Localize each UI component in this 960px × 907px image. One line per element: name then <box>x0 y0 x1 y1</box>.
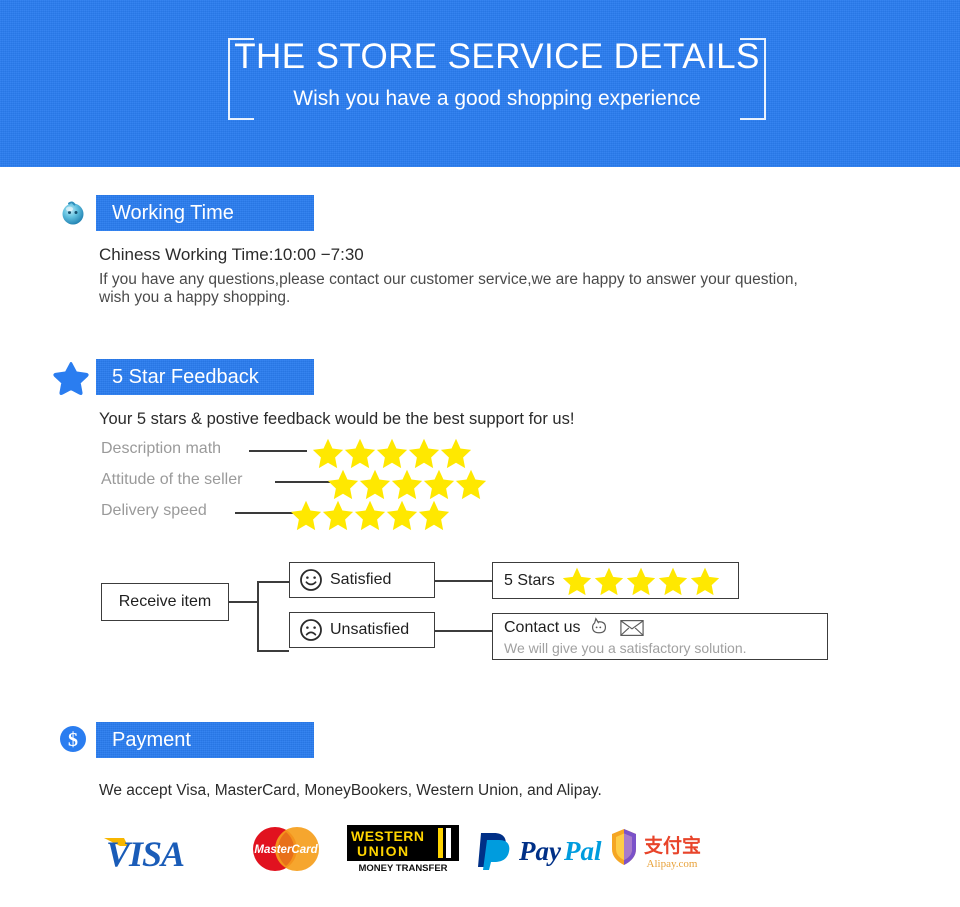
connector-dash <box>249 450 307 452</box>
working-time-line-1: Chiness Working Time:10:00 −7:30 <box>99 245 364 264</box>
payment-logo-strip: VISA VISA MasterCard WESTERN UNION MONEY… <box>98 818 718 880</box>
flow-connector-split <box>257 581 259 651</box>
flow-result-label: Contact us <box>504 619 581 636</box>
page-title: THE STORE SERVICE DETAILS <box>234 37 760 76</box>
flow-box-unsatisfied: Unsatisfied <box>289 612 435 648</box>
flow-result-stars <box>559 566 723 596</box>
svg-text:Pal: Pal <box>563 836 602 866</box>
flow-box-label: Receive item <box>118 593 212 610</box>
flow-connector-satisfied-result <box>435 580 492 582</box>
mastercard-logo: MasterCard <box>245 818 327 880</box>
flow-box-label: Unsatisfied <box>330 621 410 638</box>
svg-text:Alipay.com: Alipay.com <box>647 858 698 870</box>
connector-dash <box>235 512 293 514</box>
svg-text:UNION: UNION <box>357 843 410 859</box>
alipay-logo: 支付宝 Alipay.com <box>610 818 710 880</box>
svg-text:Pay: Pay <box>518 836 562 866</box>
chat-bubble-icon <box>588 617 610 639</box>
rating-label: Description math <box>101 440 222 457</box>
rating-stars <box>308 437 476 469</box>
dollar-circle-icon: $ <box>58 724 88 754</box>
rating-stars <box>323 468 491 500</box>
flow-box-label: Satisfied <box>330 571 392 588</box>
flow-connector-to-satisfied <box>257 581 289 583</box>
svg-text:WESTERN: WESTERN <box>351 828 425 844</box>
title-bracket-frame: THE STORE SERVICE DETAILS Wish you have … <box>228 37 766 120</box>
blue-sphere-icon <box>58 198 88 228</box>
flow-box-satisfied: Satisfied <box>289 562 435 598</box>
western-union-logo: WESTERN UNION MONEY TRANSFER <box>342 818 464 880</box>
store-service-details-page: THE STORE SERVICE DETAILS Wish you have … <box>0 0 960 907</box>
rating-label: Attitude of the seller <box>101 471 243 488</box>
svg-text:MasterCard: MasterCard <box>254 844 318 856</box>
paypal-logo: Pay Pal PayPal <box>475 818 605 880</box>
working-time-line-2: If you have any questions,please contact… <box>99 271 798 288</box>
flow-result-label: 5 Stars <box>504 571 555 589</box>
contact-us-row: Contact us <box>504 617 645 639</box>
svg-text:MONEY TRANSFER: MONEY TRANSFER <box>358 863 447 873</box>
rating-label: Delivery speed <box>101 502 207 519</box>
flow-box-five-stars-result: 5 Stars <box>492 562 739 599</box>
feedback-intro-text: Your 5 stars & postive feedback would be… <box>99 410 575 428</box>
rating-row-delivery-speed: Delivery speed <box>101 499 521 531</box>
envelope-icon <box>620 619 645 637</box>
frame-corner-bottom-left <box>228 118 254 120</box>
flow-box-contact-us-result: Contact us We will give you a satisfacto… <box>492 613 828 660</box>
rating-row-attitude-of-the-seller: Attitude of the seller <box>101 468 541 500</box>
rating-stars <box>286 499 454 531</box>
frame-corner-bottom-right <box>740 118 766 120</box>
svg-text:VISA: VISA <box>106 834 184 872</box>
svg-text:$: $ <box>68 729 78 751</box>
page-header: THE STORE SERVICE DETAILS Wish you have … <box>0 0 960 167</box>
section-label-payment: Payment <box>96 722 314 758</box>
flow-connector-trunk <box>229 601 258 603</box>
section-label-five-star-feedback: 5 Star Feedback <box>96 359 314 395</box>
flow-result-subtext: We will give you a satisfactory solution… <box>504 640 747 656</box>
blue-star-icon <box>53 360 89 396</box>
flow-connector-to-unsatisfied <box>257 650 289 652</box>
svg-text:支付宝: 支付宝 <box>643 834 701 857</box>
smiley-face-icon <box>299 568 323 592</box>
working-time-line-3: wish you a happy shopping. <box>99 289 291 306</box>
section-label-working-time: Working Time <box>96 195 314 231</box>
flow-box-receive-item: Receive item <box>101 583 229 621</box>
flow-connector-unsatisfied-result <box>435 630 492 632</box>
frowny-face-icon <box>299 618 323 642</box>
page-subtitle: Wish you have a good shopping experience <box>293 87 701 110</box>
payment-note: We accept Visa, MasterCard, MoneyBookers… <box>99 782 602 799</box>
visa-logo: VISA VISA <box>98 818 216 880</box>
rating-row-description-math: Description math <box>101 437 521 469</box>
